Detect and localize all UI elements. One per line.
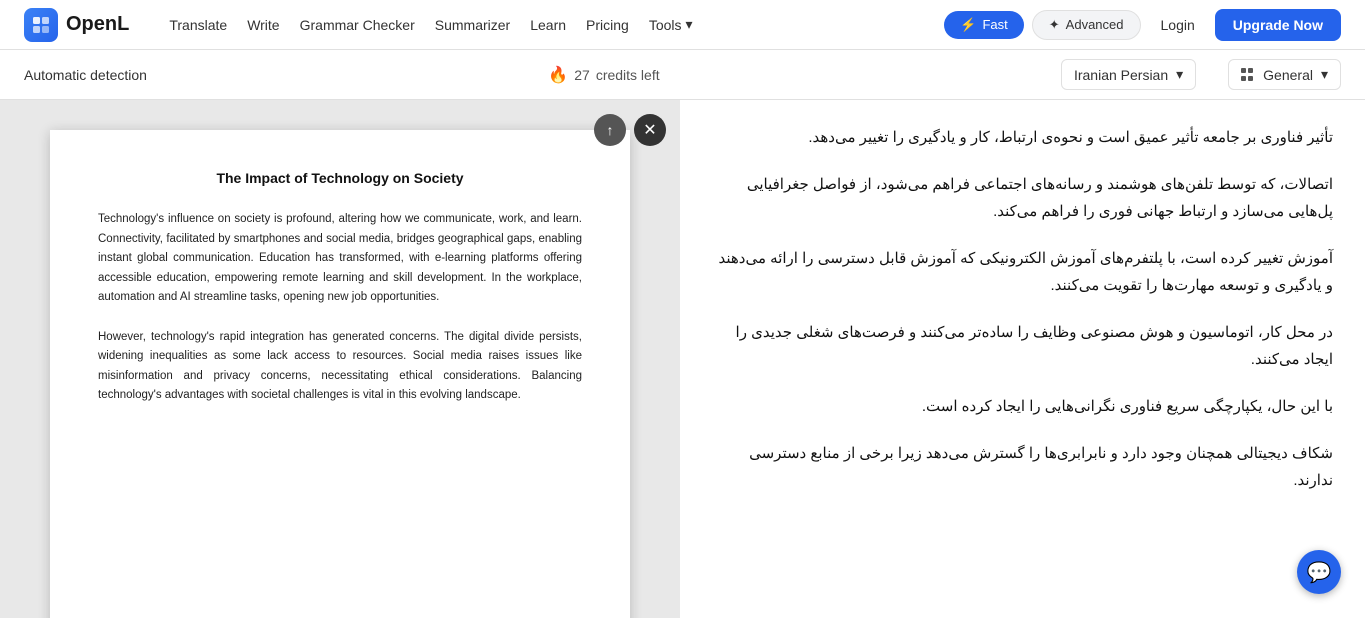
chevron-down-icon: ▾: [686, 16, 693, 33]
nav-summarizer[interactable]: Summarizer: [435, 17, 510, 33]
main-content: ↑ ✕ The Impact of Technology on Society …: [0, 100, 1365, 618]
logo-icon: [24, 8, 58, 42]
document-page: The Impact of Technology on Society Tech…: [50, 130, 630, 618]
nav-translate[interactable]: Translate: [169, 17, 227, 33]
translation-p5: با این حال، یکپارچگی سریع فناوری نگرانی‌…: [712, 393, 1333, 420]
toolbar: Automatic detection 🔥 27 credits left Ir…: [0, 50, 1365, 100]
document-title: The Impact of Technology on Society: [98, 170, 582, 186]
right-panel[interactable]: تأثیر فناوری بر جامعه تأثیر عمیق است و ن…: [680, 100, 1365, 618]
advanced-button[interactable]: ✦ Advanced: [1032, 10, 1141, 40]
nav-write[interactable]: Write: [247, 17, 279, 33]
close-document-button[interactable]: ✕: [634, 114, 666, 146]
logo-area[interactable]: OpenL: [24, 8, 129, 42]
doc-paragraph-1: Technology's influence on society is pro…: [98, 210, 582, 308]
credits-label: credits left: [596, 67, 660, 83]
source-language[interactable]: Automatic detection: [24, 67, 147, 83]
doc-controls: ↑ ✕: [594, 114, 666, 146]
style-selector[interactable]: General ▾: [1228, 59, 1341, 90]
navbar: OpenL Translate Write Grammar Checker Su…: [0, 0, 1365, 50]
upload-button[interactable]: ↑: [594, 114, 626, 146]
target-language-selector[interactable]: Iranian Persian ▾: [1061, 59, 1196, 90]
style-label: General: [1263, 67, 1313, 83]
translation-p2: اتصالات، که توسط تلفن‌های هوشمند و رسانه…: [712, 171, 1333, 225]
target-lang-label: Iranian Persian: [1074, 67, 1168, 83]
nav-pricing[interactable]: Pricing: [586, 17, 629, 33]
chat-icon: 💬: [1307, 560, 1332, 585]
translation-p1: تأثیر فناوری بر جامعه تأثیر عمیق است و ن…: [712, 124, 1333, 151]
translation-p3: آموزش تغییر کرده است، با پلتفرم‌های آموز…: [712, 245, 1333, 299]
nav-learn[interactable]: Learn: [530, 17, 566, 33]
grid-icon: [1241, 68, 1255, 82]
upload-icon: ↑: [607, 122, 614, 138]
nav-tools[interactable]: Tools ▾: [649, 16, 693, 33]
nav-grammar-checker[interactable]: Grammar Checker: [300, 17, 415, 33]
style-chevron: ▾: [1321, 66, 1328, 83]
credits-count: 27: [574, 67, 590, 83]
close-icon: ✕: [643, 120, 656, 140]
translation-p6: شکاف دیجیتالی همچنان وجود دارد و نابرابر…: [712, 440, 1333, 494]
credits-badge: 🔥 27 credits left: [548, 65, 659, 85]
translation-p4: در محل کار، اتوماسیون و هوش مصنوعی وظایف…: [712, 319, 1333, 373]
advanced-icon: ✦: [1049, 17, 1060, 33]
fast-icon: ⚡: [960, 17, 976, 33]
upgrade-button[interactable]: Upgrade Now: [1215, 9, 1341, 41]
target-lang-chevron: ▾: [1176, 66, 1183, 83]
credits-icon: 🔥: [548, 65, 568, 85]
nav-actions: ⚡ Fast ✦ Advanced Login Upgrade Now: [944, 9, 1341, 41]
doc-paragraph-2: However, technology's rapid integration …: [98, 328, 582, 406]
left-panel: ↑ ✕ The Impact of Technology on Society …: [0, 100, 680, 618]
nav-links: Translate Write Grammar Checker Summariz…: [169, 16, 920, 33]
chat-bubble[interactable]: 💬: [1297, 550, 1341, 594]
fast-button[interactable]: ⚡ Fast: [944, 11, 1023, 39]
logo-text: OpenL: [66, 13, 129, 36]
login-button[interactable]: Login: [1149, 11, 1207, 39]
